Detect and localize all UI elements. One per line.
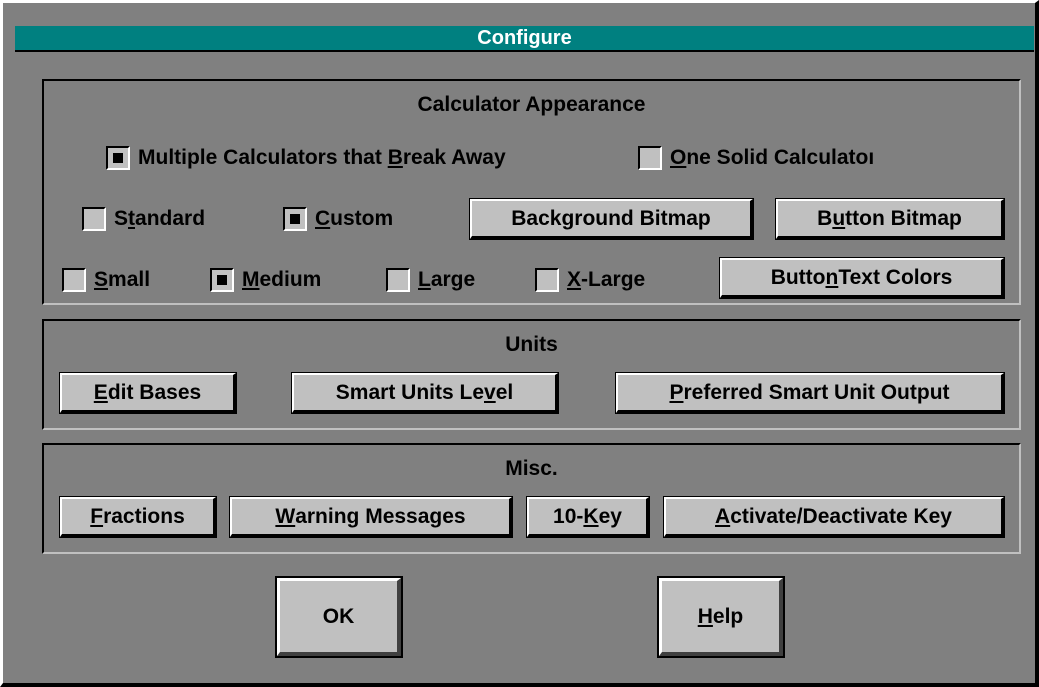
button-bitmap-button[interactable]: Bu tton Bitmap — [776, 199, 1004, 239]
standard-option[interactable]: Standard — [82, 207, 205, 231]
one-solid-calculator-label: One Solid Calculatoı — [670, 146, 875, 169]
window-title: Configure — [477, 27, 572, 49]
small-checkbox[interactable] — [62, 268, 86, 292]
button-text-colors-button[interactable]: Butto n Text Colors — [720, 258, 1004, 298]
ok-button[interactable]: OK — [277, 578, 401, 656]
custom-option[interactable]: Custom — [283, 207, 393, 231]
edit-bases-button[interactable]: Edit Bases — [60, 373, 236, 413]
xlarge-label: X-Large — [567, 268, 646, 291]
multiple-calculators-label: Multiple Calculators that Break Away — [138, 146, 506, 169]
large-option[interactable]: Large — [386, 268, 475, 292]
units-group-title: Units — [505, 333, 558, 356]
small-option[interactable]: Small — [62, 268, 150, 292]
background-bitmap-button[interactable]: Back g round Bitmap — [470, 199, 753, 239]
small-label: Small — [94, 268, 151, 291]
warning-messages-button[interactable]: Warning Messages — [230, 497, 512, 537]
large-label: Large — [418, 268, 476, 291]
activate-deactivate-key-button[interactable]: Activate/Deactivate Key — [664, 497, 1004, 537]
misc-group-title: Misc. — [505, 457, 558, 480]
title-bar[interactable]: Configure — [15, 26, 1034, 52]
multiple-calculators-checkbox[interactable] — [106, 146, 130, 170]
medium-option[interactable]: Medium — [210, 268, 321, 292]
large-checkbox[interactable] — [386, 268, 410, 292]
ten-key-button[interactable]: 10- Key — [527, 497, 649, 537]
custom-checkbox[interactable] — [283, 207, 307, 231]
fractions-button[interactable]: Fractions — [60, 497, 216, 537]
help-button[interactable]: Help — [659, 578, 783, 656]
one-solid-calculator-option[interactable]: One Solid Calculatoı — [638, 146, 874, 170]
standard-label: Standard — [114, 207, 206, 230]
appearance-group-title: Calculator Appearance — [417, 93, 646, 116]
medium-checkbox[interactable] — [210, 268, 234, 292]
preferred-smart-unit-output-button[interactable]: Preferred Smart Unit Output — [616, 373, 1004, 413]
xlarge-option[interactable]: X-Large — [535, 268, 645, 292]
medium-label: Medium — [242, 268, 322, 291]
xlarge-checkbox[interactable] — [535, 268, 559, 292]
smart-units-level-button[interactable]: Smart Units Le v el — [292, 373, 558, 413]
multiple-calculators-option[interactable]: Multiple Calculators that Break Away — [106, 146, 506, 170]
custom-label: Custom — [315, 207, 394, 230]
one-solid-calculator-checkbox[interactable] — [638, 146, 662, 170]
standard-checkbox[interactable] — [82, 207, 106, 231]
